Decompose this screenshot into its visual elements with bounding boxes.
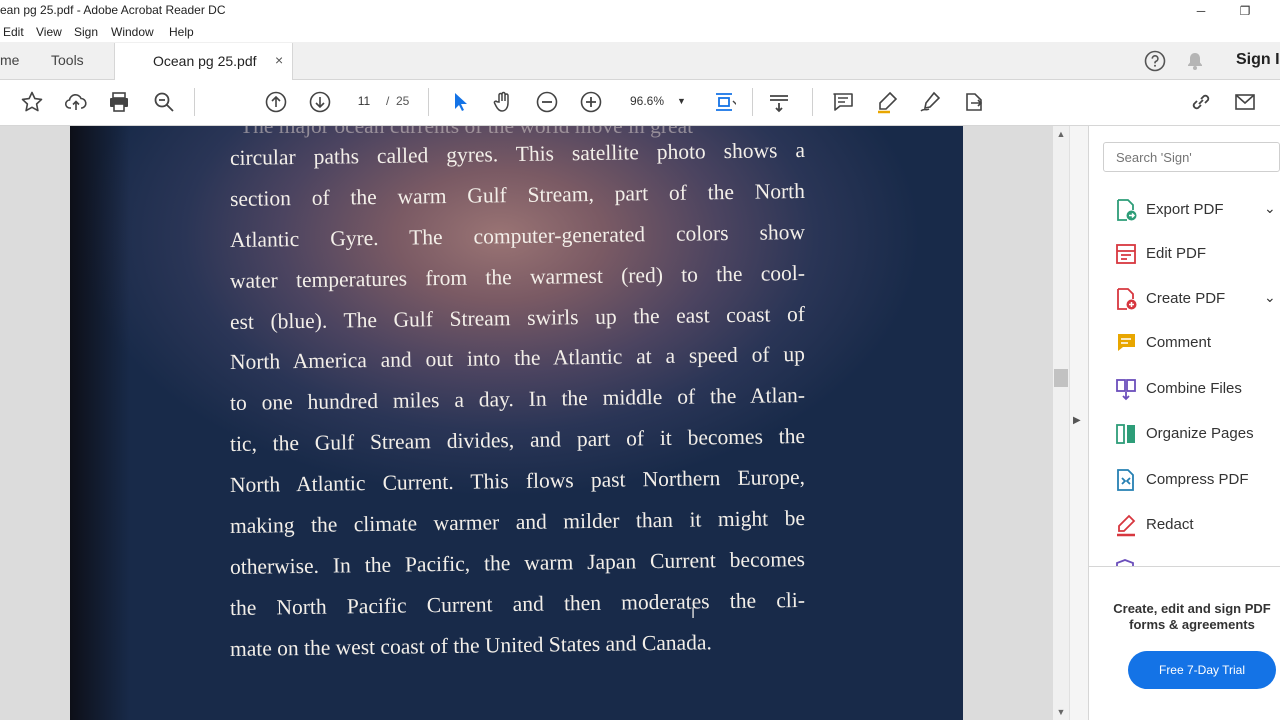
- document-line: North Atlantic Current. This flows past …: [229, 464, 806, 497]
- tool-create-pdf[interactable]: Create PDF ⌄: [1108, 281, 1280, 317]
- link-icon[interactable]: [1187, 88, 1215, 116]
- tool-label: Edit PDF: [1146, 245, 1207, 262]
- document-line: circular paths called gyres. This satell…: [229, 137, 806, 170]
- redact-icon: [1117, 514, 1136, 537]
- tab-document-label: Ocean pg 25.pdf: [153, 53, 257, 69]
- page-down-icon[interactable]: [306, 88, 334, 116]
- tool-edit-pdf[interactable]: Edit PDF: [1108, 236, 1280, 272]
- document-line: Atlantic Gyre. The computer-generated co…: [229, 219, 806, 252]
- scroll-down-icon[interactable]: ▼: [1053, 704, 1069, 720]
- protect-icon: [1114, 559, 1136, 566]
- edit-pdf-icon: [1116, 244, 1136, 264]
- chevron-down-icon: ▼: [677, 96, 686, 106]
- pane-divider: [1088, 566, 1280, 567]
- scroll-thumb[interactable]: [1054, 369, 1068, 387]
- tool-export-pdf[interactable]: Export PDF ⌄: [1108, 192, 1280, 228]
- promo-text: Create, edit and sign PDF forms & agreem…: [1113, 601, 1271, 632]
- page-total: 25: [396, 94, 410, 108]
- tool-label: Redact: [1146, 516, 1194, 533]
- document-line: water temperatures from the warmest (red…: [229, 260, 806, 293]
- toolbar-divider: [812, 88, 813, 116]
- expand-pane-icon[interactable]: ▶: [1073, 415, 1081, 426]
- select-cursor-icon[interactable]: [446, 88, 474, 116]
- document-line: mate on the west coast of the United Sta…: [229, 630, 712, 661]
- document-cut-line: The major ocean currents of the world mo…: [240, 126, 694, 138]
- document-line: the North Pacific Current and then moder…: [229, 587, 806, 620]
- print-icon[interactable]: [105, 88, 133, 116]
- comment-icon[interactable]: [829, 88, 857, 116]
- tool-label: Comment: [1146, 334, 1212, 351]
- combine-files-icon: [1116, 379, 1136, 401]
- document-page: The major ocean currents of the world mo…: [70, 126, 963, 720]
- tool-comment[interactable]: Comment: [1108, 325, 1280, 361]
- menu-help[interactable]: Help: [169, 25, 194, 39]
- tool-combine-files[interactable]: Combine Files: [1108, 371, 1280, 407]
- document-line: otherwise. In the Pacific, the warm Japa…: [229, 546, 806, 579]
- toolbar-divider: [428, 88, 429, 116]
- tab-document[interactable]: Ocean pg 25.pdf ×: [114, 43, 293, 80]
- document-line: to one hundred miles a day. In the middl…: [229, 382, 806, 415]
- scroll-mode-icon[interactable]: [765, 88, 793, 116]
- tool-label: Create PDF: [1146, 290, 1226, 307]
- upload-cloud-icon[interactable]: [62, 88, 90, 116]
- free-trial-button[interactable]: Free 7-Day Trial: [1128, 651, 1276, 689]
- zoom-level-select[interactable]: 96.6% ▼: [620, 90, 690, 112]
- compress-pdf-icon: [1117, 469, 1134, 491]
- tool-label: Combine Files: [1146, 380, 1242, 397]
- fit-page-icon[interactable]: [710, 88, 740, 116]
- help-icon[interactable]: [1144, 50, 1166, 72]
- toolbar-divider: [194, 88, 195, 116]
- menu-sign[interactable]: Sign: [74, 25, 98, 39]
- bookmark-star-icon[interactable]: [18, 88, 46, 116]
- export-pdf-icon: [1117, 199, 1137, 221]
- tool-redact[interactable]: Redact: [1108, 507, 1280, 543]
- zoom-out-icon[interactable]: [533, 88, 561, 116]
- email-icon[interactable]: [1231, 88, 1259, 116]
- hand-pan-icon[interactable]: [489, 88, 517, 116]
- share-icon[interactable]: [960, 88, 988, 116]
- document-line: est (blue). The Gulf Stream swirls up th…: [229, 301, 806, 334]
- page-separator: /: [386, 94, 390, 108]
- chevron-down-icon[interactable]: ⌄: [1264, 200, 1276, 217]
- page-number-input[interactable]: 11: [348, 91, 380, 111]
- document-line: making the climate warmer and milder tha…: [229, 505, 806, 538]
- toolbar-divider: [752, 88, 753, 116]
- notification-bell-icon[interactable]: [1185, 51, 1205, 71]
- scroll-up-icon[interactable]: ▲: [1053, 126, 1069, 142]
- zoom-in-icon[interactable]: [577, 88, 605, 116]
- tool-label: Compress PDF: [1146, 471, 1249, 488]
- create-pdf-icon: [1117, 288, 1137, 310]
- page-up-icon[interactable]: [262, 88, 290, 116]
- restore-button[interactable]: ❐: [1222, 0, 1268, 22]
- window-title: ean pg 25.pdf - Adobe Acrobat Reader DC: [0, 3, 226, 17]
- text-cursor-icon: Ⅰ: [691, 606, 696, 622]
- tool-compress-pdf[interactable]: Compress PDF: [1108, 462, 1280, 498]
- organize-pages-icon: [1116, 424, 1135, 444]
- zoom-level-value: 96.6%: [630, 94, 665, 108]
- tools-search-box[interactable]: [1103, 142, 1280, 172]
- document-line: North America and out into the Atlantic …: [229, 341, 806, 374]
- tool-label: Organize Pages: [1146, 425, 1254, 442]
- vertical-scrollbar[interactable]: [1053, 126, 1069, 720]
- minimize-button[interactable]: ─: [1178, 0, 1224, 22]
- chevron-down-icon[interactable]: ⌄: [1264, 289, 1276, 306]
- menu-edit[interactable]: Edit: [3, 25, 24, 39]
- sign-in-link[interactable]: Sign I: [1236, 51, 1280, 69]
- sign-icon[interactable]: [916, 88, 944, 116]
- menu-window[interactable]: Window: [111, 25, 154, 39]
- document-line: section of the warm Gulf Stream, part of…: [229, 178, 806, 211]
- menu-view[interactable]: View: [36, 25, 62, 39]
- comment-tool-icon: [1117, 334, 1135, 351]
- page-edge-shadow: [70, 126, 130, 720]
- highlight-pen-icon[interactable]: [873, 88, 901, 116]
- document-line: tic, the Gulf Stream divides, and part o…: [229, 423, 806, 456]
- tool-label: Export PDF: [1146, 201, 1224, 218]
- search-zoom-icon[interactable]: [150, 88, 178, 116]
- tools-search-input[interactable]: [1116, 150, 1266, 165]
- tab-tools[interactable]: Tools: [51, 52, 84, 68]
- tab-close-icon[interactable]: ×: [275, 52, 283, 68]
- tab-home[interactable]: me: [0, 52, 19, 68]
- tool-organize-pages[interactable]: Organize Pages: [1108, 416, 1280, 452]
